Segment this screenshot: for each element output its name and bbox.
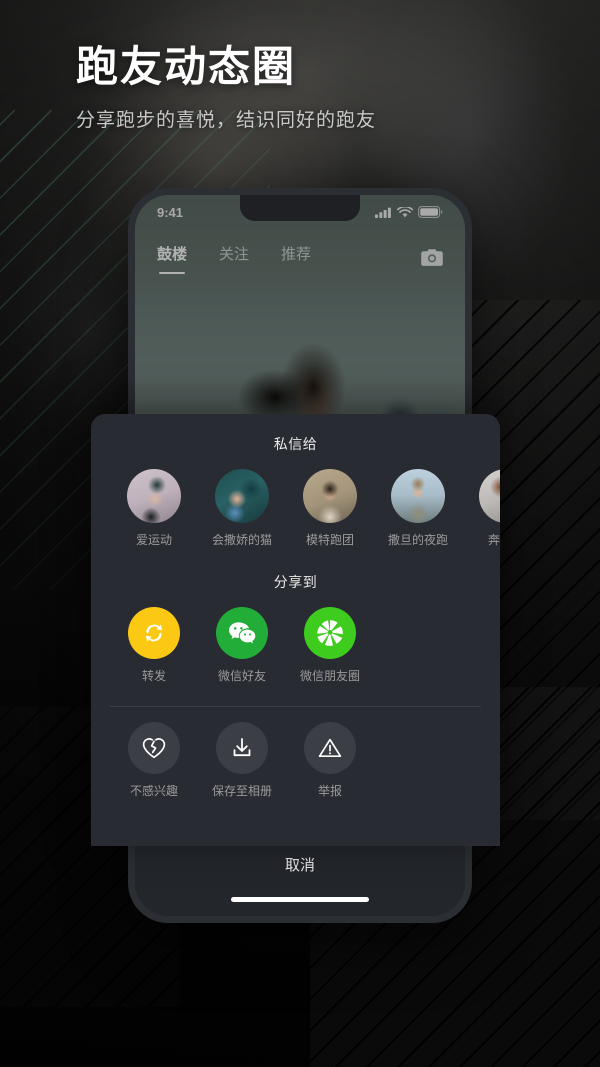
action-label: 举报	[317, 784, 342, 798]
wechat-moments-icon	[304, 607, 356, 659]
contact-item[interactable]: 会撒娇的猫	[198, 469, 286, 548]
share-target-repost[interactable]: 转发	[110, 607, 198, 684]
contact-name: 模特跑团	[305, 533, 354, 547]
page-title: 跑友动态圈	[76, 43, 297, 90]
cancel-button[interactable]: 取消	[135, 838, 465, 916]
avatar	[127, 469, 181, 523]
avatar	[215, 469, 269, 523]
avatar	[303, 469, 357, 523]
wechat-icon	[216, 607, 268, 659]
contact-item[interactable]: 撒旦的夜跑	[374, 469, 462, 548]
download-icon	[216, 722, 268, 774]
screenshot-root: 跑友动态圈 分享跑步的喜悦，结识同好的跑友 9:41 鼓楼 关注 推荐 取消 私…	[0, 0, 600, 1067]
action-save-to-album[interactable]: 保存至相册	[198, 722, 286, 799]
share-target-label: 转发	[141, 669, 166, 683]
share-to-title: 分享到	[273, 574, 318, 590]
hero-text-block: 跑友动态圈 分享跑步的喜悦，结识同好的跑友	[76, 42, 376, 132]
contact-name: 撒旦的夜跑	[387, 533, 448, 547]
broken-heart-icon	[128, 722, 180, 774]
warning-icon	[304, 722, 356, 774]
share-target-label: 微信好友	[217, 669, 266, 683]
page-subtitle: 分享跑步的喜悦，结识同好的跑友	[76, 109, 377, 131]
share-target-list[interactable]: 转发 微信好友 微信朋友圈	[91, 607, 500, 684]
contact-name: 奔跑吧	[487, 533, 500, 547]
action-label: 不感兴趣	[129, 784, 178, 798]
repost-icon	[128, 607, 180, 659]
share-target-moments[interactable]: 微信朋友圈	[286, 607, 374, 684]
share-sheet: 私信给 爱运动 会撒娇的猫 模特跑团 撒旦的夜跑 奔跑吧	[91, 414, 500, 846]
contact-name: 爱运动	[135, 533, 172, 547]
action-not-interested[interactable]: 不感兴趣	[110, 722, 198, 799]
action-report[interactable]: 举报	[286, 722, 374, 799]
share-target-label: 微信朋友圈	[299, 669, 360, 683]
sheet-divider	[110, 706, 481, 707]
action-list[interactable]: 不感兴趣 保存至相册 举报	[91, 722, 500, 799]
contact-item[interactable]: 奔跑吧	[462, 469, 500, 548]
cancel-label: 取消	[284, 857, 315, 874]
share-target-wechat[interactable]: 微信好友	[198, 607, 286, 684]
contact-item[interactable]: 模特跑团	[286, 469, 374, 548]
avatar	[479, 469, 500, 523]
direct-message-title: 私信给	[273, 436, 318, 452]
avatar	[391, 469, 445, 523]
home-indicator	[231, 897, 369, 902]
action-label: 保存至相册	[211, 784, 272, 798]
contact-item[interactable]: 爱运动	[110, 469, 198, 548]
contact-list[interactable]: 爱运动 会撒娇的猫 模特跑团 撒旦的夜跑 奔跑吧	[91, 469, 500, 548]
contact-name: 会撒娇的猫	[211, 533, 272, 547]
